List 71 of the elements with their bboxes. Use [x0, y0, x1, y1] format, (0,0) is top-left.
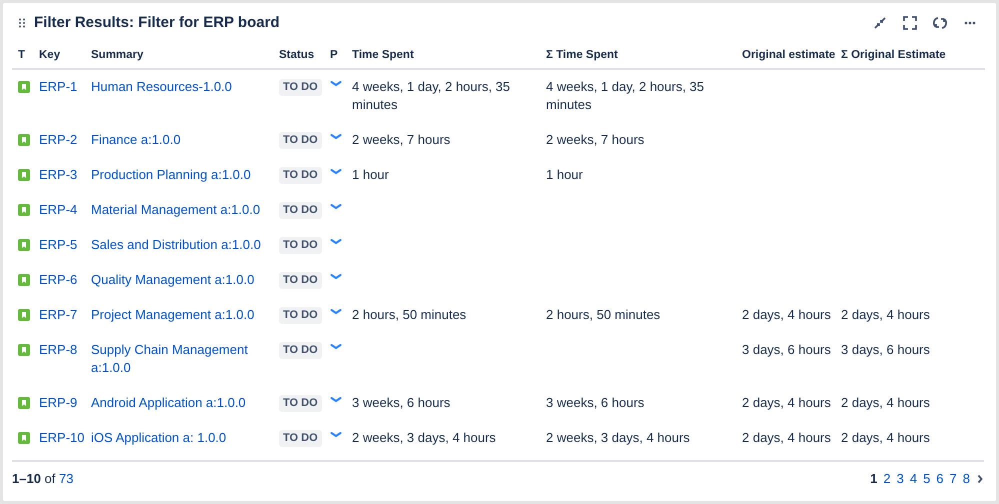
issue-summary-link[interactable]: Quality Management a:1.0.0: [91, 271, 269, 290]
table-cell: 2 days, 4 hours: [841, 395, 930, 410]
table-cell: 2 days, 4 hours: [841, 307, 930, 322]
table-cell: 1 hour: [546, 167, 583, 182]
table-cell: 2 hours, 50 minutes: [352, 307, 466, 322]
column-header[interactable]: Summary: [91, 49, 144, 61]
column-header[interactable]: P: [330, 49, 338, 61]
issue-summary-link[interactable]: Production Planning a:1.0.0: [91, 166, 269, 184]
status-lozenge: TO DO: [279, 395, 322, 412]
table-cell: 3 days, 6 hours: [742, 342, 831, 358]
issue-key-link[interactable]: ERP-9: [39, 395, 78, 410]
column-header[interactable]: Key: [39, 49, 60, 61]
column-header[interactable]: T: [18, 49, 26, 61]
status-lozenge: TO DO: [279, 272, 322, 290]
table-cell: 1 hour: [352, 167, 389, 182]
issue-summary-link[interactable]: Supply Chain Management a:1.0.0: [91, 341, 269, 378]
issue-summary-link[interactable]: iOS Application a: 1.0.0: [91, 429, 269, 448]
total-count-link[interactable]: 73: [59, 471, 74, 486]
issue-summary-link[interactable]: Sales and Distribution a:1.0.0: [91, 236, 269, 254]
issue-key-link[interactable]: ERP-10: [39, 430, 85, 446]
status-lozenge: TO DO: [279, 167, 322, 184]
page-link[interactable]: 5: [920, 469, 934, 489]
issue-key-link[interactable]: ERP-3: [39, 167, 78, 182]
table-cell: 2 days, 4 hours: [742, 430, 831, 446]
issue-key-link[interactable]: ERP-6: [39, 272, 78, 288]
status-lozenge: TO DO: [279, 307, 322, 324]
result-range: 1–10: [12, 471, 41, 486]
table-cell: 3 weeks, 6 hours: [546, 395, 644, 410]
status-lozenge: TO DO: [279, 430, 322, 448]
issue-key-link[interactable]: ERP-2: [39, 132, 78, 148]
status-lozenge: TO DO: [279, 237, 322, 254]
result-of: of: [44, 471, 56, 486]
issue-key-link[interactable]: ERP-7: [39, 307, 78, 322]
column-header[interactable]: Original estimate: [742, 49, 836, 61]
column-header[interactable]: Time Spent: [352, 49, 414, 61]
status-lozenge: TO DO: [279, 79, 322, 96]
page-link[interactable]: 4: [906, 469, 920, 489]
page-link[interactable]: 6: [933, 469, 947, 489]
table-cell: 2 weeks, 3 days, 4 hours: [546, 430, 690, 446]
table-cell: 3 weeks, 6 hours: [352, 395, 450, 410]
status-lozenge: TO DO: [279, 202, 322, 220]
issue-key-link[interactable]: ERP-1: [39, 79, 78, 94]
column-header[interactable]: Σ Time Spent: [546, 49, 618, 61]
page-link[interactable]: 7: [946, 469, 960, 489]
page-link[interactable]: 3: [894, 469, 907, 489]
status-lozenge: TO DO: [279, 342, 322, 360]
issue-summary-link[interactable]: Project Management a:1.0.0: [91, 306, 269, 324]
issue-summary-link[interactable]: Android Application a:1.0.0: [91, 394, 269, 412]
page-link[interactable]: 8: [960, 469, 973, 489]
page-link[interactable]: 2: [880, 469, 894, 489]
table-cell: 2 weeks, 3 days, 4 hours: [352, 430, 496, 446]
issue-key-link[interactable]: ERP-5: [39, 237, 78, 252]
table-cell: 2 days, 4 hours: [742, 395, 831, 410]
table-cell: 2 hours, 50 minutes: [546, 307, 660, 322]
table-cell: 4 weeks, 1 day, 2 hours, 35 minutes: [546, 79, 704, 112]
table-cell: 4 weeks, 1 day, 2 hours, 35 minutes: [352, 79, 510, 112]
panel-title: Filter Results: Filter for ERP board: [34, 12, 280, 33]
issue-summary-link[interactable]: Finance a:1.0.0: [91, 131, 269, 150]
table-cell: 2 days, 4 hours: [841, 430, 930, 446]
issue-key-link[interactable]: ERP-8: [39, 342, 78, 358]
table-cell: 2 days, 4 hours: [742, 307, 831, 322]
issue-summary-link[interactable]: Material Management a:1.0.0: [91, 201, 269, 220]
table-cell: 3 days, 6 hours: [841, 342, 930, 358]
issue-summary-link[interactable]: Human Resources-1.0.0: [91, 78, 269, 96]
column-header[interactable]: Status: [279, 49, 314, 61]
table-cell: 2 weeks, 7 hours: [352, 132, 450, 148]
page-link[interactable]: 1: [867, 469, 880, 489]
table-cell: 2 weeks, 7 hours: [546, 132, 644, 148]
issue-key-link[interactable]: ERP-4: [39, 202, 78, 218]
column-header[interactable]: Σ Original Estimate: [841, 49, 946, 61]
status-lozenge: TO DO: [279, 132, 322, 150]
